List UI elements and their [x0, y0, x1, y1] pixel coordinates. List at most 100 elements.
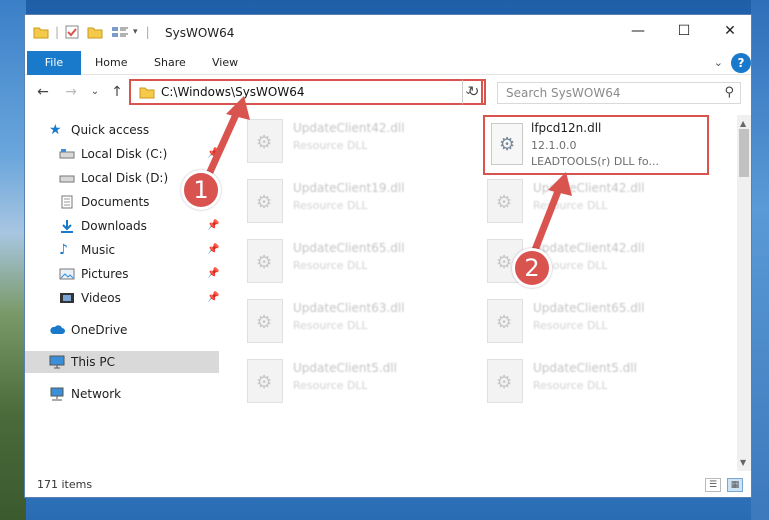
step-badge-1: 1	[181, 170, 221, 210]
tab-file[interactable]: File	[27, 51, 81, 75]
sidebar-item-label: Local Disk (C:)	[81, 147, 168, 161]
file-item[interactable]: UpdateClient5.dll Resource DLL	[247, 359, 477, 415]
ribbon-tabs: File Home Share View ⌄ ?	[25, 51, 751, 75]
file-item[interactable]: UpdateClient63.dll Resource DLL	[247, 299, 477, 355]
sidebar-item-onedrive[interactable]: OneDrive	[25, 319, 219, 341]
scrollbar-thumb[interactable]	[739, 129, 749, 177]
tab-view[interactable]: View	[212, 51, 238, 75]
window-title: SysWOW64	[165, 26, 235, 40]
file-item[interactable]: UpdateClient19.dll Resource DLL	[247, 179, 477, 235]
file-description: Resource DLL	[293, 379, 368, 392]
file-item[interactable]: UpdateClient5.dll Resource DLL	[487, 359, 717, 415]
sidebar-item-label: Videos	[81, 291, 121, 305]
new-folder-icon[interactable]	[87, 25, 103, 39]
file-name: UpdateClient5.dll	[533, 361, 637, 375]
scroll-down-icon[interactable]: ▼	[740, 458, 746, 467]
dll-file-icon	[487, 359, 523, 403]
file-name: UpdateClient42.dll	[533, 241, 645, 255]
sidebar-item-label: Local Disk (D:)	[81, 171, 169, 185]
search-icon[interactable]: ⚲	[724, 85, 734, 100]
file-description: Resource DLL	[293, 199, 368, 212]
file-description: LEADTOOLS(r) DLL fo...	[531, 155, 659, 168]
details-view-icon[interactable]: ☰	[705, 478, 721, 492]
sidebar-item-network[interactable]: Network	[25, 383, 219, 405]
desktop-background-left	[0, 0, 26, 520]
desktop-background-right	[751, 0, 769, 520]
explorer-window: | ▾ | SysWOW64 — ☐ ✕ File Home Share Vie…	[24, 14, 752, 498]
sidebar-item-label: Documents	[81, 195, 150, 209]
pin-icon[interactable]: 📌	[207, 220, 219, 231]
refresh-button[interactable]: ↻	[462, 79, 486, 105]
highlighted-file-item[interactable]: lfpcd12n.dll 12.1.0.0 LEADTOOLS(r) DLL f…	[483, 115, 709, 175]
file-list: UpdateClient42.dll Resource DLL UpdateCl…	[225, 115, 737, 471]
sidebar-item-pictures[interactable]: Pictures 📌	[25, 263, 219, 285]
sidebar-item-label: Downloads	[81, 219, 147, 233]
dll-file-icon	[247, 359, 283, 403]
file-description: Resource DLL	[533, 379, 608, 392]
file-name: UpdateClient5.dll	[293, 361, 397, 375]
recent-locations-icon[interactable]: ⌄	[85, 82, 105, 102]
sidebar-item-local-disk-c[interactable]: Local Disk (C:) 📌	[25, 143, 219, 165]
cloud-icon	[49, 323, 65, 337]
file-item[interactable]: UpdateClient42.dll Resource DLL	[247, 119, 477, 175]
sidebar-item-quick-access[interactable]: ★ Quick access	[25, 119, 219, 141]
dll-file-icon	[487, 299, 523, 343]
help-icon[interactable]: ?	[731, 53, 751, 73]
customize-toolbar-icon[interactable]	[111, 25, 129, 39]
file-name: UpdateClient19.dll	[293, 181, 405, 195]
address-path: C:\Windows\SysWOW64	[161, 85, 305, 99]
properties-icon[interactable]	[65, 25, 79, 39]
pin-icon[interactable]: 📌	[207, 292, 219, 303]
file-name: UpdateClient42.dll	[533, 181, 645, 195]
sidebar-item-music[interactable]: ♪ Music 📌	[25, 239, 219, 261]
maximize-button[interactable]: ☐	[661, 15, 707, 47]
dll-file-icon	[491, 123, 523, 165]
close-button[interactable]: ✕	[707, 15, 753, 47]
sidebar-item-label: This PC	[71, 355, 115, 369]
title-bar: | ▾ | SysWOW64 — ☐ ✕	[25, 15, 751, 51]
dll-file-icon	[247, 179, 283, 223]
quick-access-toolbar: | ▾ |	[33, 25, 150, 39]
large-icons-view-icon[interactable]: ▦	[727, 478, 743, 492]
pin-icon[interactable]: 📌	[207, 268, 219, 279]
star-icon: ★	[49, 122, 62, 138]
file-description: Resource DLL	[533, 319, 608, 332]
file-name: UpdateClient63.dll	[293, 301, 405, 315]
dll-file-icon	[247, 239, 283, 283]
sidebar-item-label: Network	[71, 387, 122, 401]
sidebar-item-videos[interactable]: Videos 📌	[25, 287, 219, 309]
folder-icon[interactable]	[33, 25, 49, 39]
minimize-button[interactable]: —	[615, 15, 661, 47]
sidebar-item-label: Pictures	[81, 267, 129, 281]
expand-ribbon-icon[interactable]: ⌄	[714, 56, 723, 69]
sidebar-item-downloads[interactable]: Downloads 📌	[25, 215, 219, 237]
file-name: UpdateClient65.dll	[293, 241, 405, 255]
sidebar-item-label: Music	[81, 243, 116, 257]
pin-icon[interactable]: 📌	[207, 148, 219, 159]
navigation-pane: ★ Quick access Local Disk (C:) 📌 Local D…	[25, 115, 219, 471]
network-icon	[49, 387, 65, 401]
vertical-scrollbar[interactable]: ▲ ▼	[737, 115, 751, 471]
tab-home[interactable]: Home	[95, 51, 127, 75]
item-count: 171 items	[37, 478, 93, 491]
folder-icon	[139, 87, 155, 99]
music-icon: ♪	[59, 242, 68, 258]
status-bar: 171 items ☰ ▦	[25, 473, 751, 497]
file-description: Resource DLL	[293, 259, 368, 272]
tab-share[interactable]: Share	[154, 51, 186, 75]
file-description: Resource DLL	[293, 319, 368, 332]
scroll-up-icon[interactable]: ▲	[740, 119, 746, 128]
up-button[interactable]: ↑	[107, 82, 127, 102]
sidebar-item-this-pc[interactable]: This PC	[25, 351, 219, 373]
file-item[interactable]: UpdateClient65.dll Resource DLL	[487, 299, 717, 355]
search-box[interactable]: Search SysWOW64 ⚲	[497, 82, 741, 104]
address-bar[interactable]: C:\Windows\SysWOW64 ⌄	[129, 79, 483, 105]
chevron-down-icon[interactable]: ▾	[133, 27, 138, 37]
download-icon	[59, 219, 75, 233]
document-icon	[59, 195, 75, 209]
file-item[interactable]: UpdateClient65.dll Resource DLL	[247, 239, 477, 295]
pin-icon[interactable]: 📌	[207, 244, 219, 255]
forward-button[interactable]: →	[61, 82, 81, 102]
back-button[interactable]: ←	[33, 82, 53, 102]
file-item[interactable]: UpdateClient42.dll Resource DLL	[487, 179, 717, 235]
